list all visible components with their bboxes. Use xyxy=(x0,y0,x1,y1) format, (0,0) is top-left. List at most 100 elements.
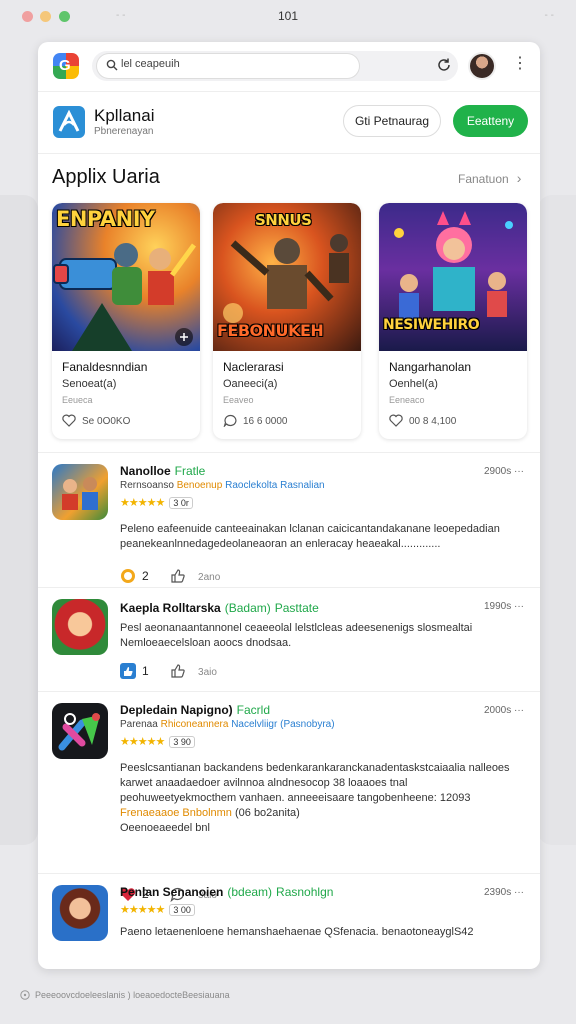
post-tag[interactable]: (Badam) xyxy=(225,601,271,615)
feed-post[interactable]: Penlan Senanoien (bdeam) Rasnohlgn 2390s ·… xyxy=(38,873,540,969)
thumbs-up-button[interactable]: 3aio xyxy=(170,663,217,679)
card-art-title: NESIWEHIRO xyxy=(383,317,480,333)
post-meta-b[interactable]: Benoenup xyxy=(177,480,223,491)
post-tag[interactable]: Fratle xyxy=(175,464,206,478)
coin-button[interactable]: 2 xyxy=(120,568,149,584)
post-time-value: 1990s xyxy=(483,601,512,612)
featured-card[interactable]: NESIWEHIRO Nangarhanolan Oenhel(a) Eenea… xyxy=(379,203,527,439)
post-author: Nanolloe xyxy=(120,464,171,478)
post-meta-a: Parenaa xyxy=(120,719,158,730)
comment-icon[interactable] xyxy=(223,414,237,429)
post-tag[interactable]: Rasnohlgn xyxy=(276,885,333,899)
thumbs-up-icon xyxy=(171,569,185,583)
post-meta-c[interactable]: Raoclekolta xyxy=(225,480,277,491)
post-actions: 2 2ano xyxy=(120,568,238,584)
like-icon xyxy=(120,663,136,679)
featured-card[interactable]: SNNUS FEBONUKEH Naclerarasi Oaneeci(a) E… xyxy=(213,203,361,439)
app-logo-icon xyxy=(53,106,85,138)
kebab-menu-icon[interactable]: ⋮ xyxy=(512,56,528,72)
footer-text: Peeeoovcdoeleeslanis ) loeaoedocteBeesia… xyxy=(35,990,230,1000)
primary-action-button[interactable]: Eeatteny xyxy=(453,105,528,137)
window-title: 101 xyxy=(277,9,299,23)
post-body: Peeslcsantianan backandens bedenkarankar… xyxy=(120,761,520,836)
browser-logo-icon[interactable]: G xyxy=(53,53,79,79)
thumbs-up-button[interactable]: 2ano xyxy=(170,568,220,584)
search-input[interactable] xyxy=(121,58,349,70)
post-tag[interactable]: (bdeam) xyxy=(227,885,272,899)
post-body-highlight-tail: (06 bo2anita) xyxy=(234,807,300,819)
feed-post[interactable]: Nanolloe Fratle 2900s ··· Rernsoanso Beno… xyxy=(38,452,540,587)
see-all-link[interactable]: Fanatuon › xyxy=(458,170,521,186)
more-options-icon[interactable]: ··· xyxy=(514,887,524,898)
card-meta: Eeneaco xyxy=(389,395,425,405)
post-time-value: 2000s xyxy=(483,705,512,716)
see-all-label: Fanatuon xyxy=(458,172,509,186)
status-footer: Peeeoovcdoeleeslanis ) loeaoedocteBeesia… xyxy=(20,990,230,1000)
coin-icon xyxy=(121,569,135,583)
post-author: Depledain Napigno) xyxy=(120,703,233,717)
card-stat-value: 16 6 0000 xyxy=(243,416,288,427)
feed-post[interactable]: Depledain Napigno) Facrld 2000s ··· Paren… xyxy=(38,691,540,903)
like-button[interactable]: 1 xyxy=(120,663,149,679)
post-meta-b[interactable]: Rhiconeannera xyxy=(161,719,229,730)
post-thumbnail[interactable] xyxy=(52,703,108,759)
action-count: 2 xyxy=(142,569,149,583)
post-thumbnail[interactable] xyxy=(52,885,108,941)
profile-avatar[interactable] xyxy=(470,54,494,78)
card-artwork: SNNUS FEBONUKEH xyxy=(213,203,361,351)
address-bar xyxy=(92,51,458,81)
info-circle-icon xyxy=(20,990,30,1000)
search-field[interactable] xyxy=(97,54,359,78)
post-meta: Rernsoanso Benoenup Raoclekolta Rasnalia… xyxy=(120,480,325,491)
post-author: Kaepla Rolltarska xyxy=(120,601,221,615)
card-artwork: ENPANIY xyxy=(52,203,200,351)
post-time: 2900s ··· xyxy=(484,466,524,477)
post-time: 2390s ··· xyxy=(484,887,524,898)
post-time-value: 2900s xyxy=(483,466,512,477)
rating-count: 3 90 xyxy=(169,736,195,748)
more-options-icon[interactable]: ··· xyxy=(514,601,524,612)
post-rating: ★★★★★ 3 00 xyxy=(120,903,195,916)
card-stat-value: 00 8 4,100 xyxy=(409,416,457,427)
post-time-value: 2390s xyxy=(483,887,512,898)
post-time: 1990s ··· xyxy=(484,601,524,612)
post-actions: 1 3aio xyxy=(120,663,235,679)
post-meta-a: Rernsoanso xyxy=(120,480,174,491)
heart-icon[interactable] xyxy=(62,414,76,427)
post-meta-d[interactable]: Rasnalian xyxy=(280,480,324,491)
post-thumbnail[interactable] xyxy=(52,464,108,520)
more-options-icon[interactable]: ··· xyxy=(514,705,524,716)
featured-card[interactable]: ENPANIY Fanaldesnndian Senoeat(a) Eeueca… xyxy=(52,203,200,439)
post-meta: Parenaa Rhiconeannera Nacelvliigr (Pasno… xyxy=(120,719,335,730)
card-meta: Eeueca xyxy=(62,395,93,405)
more-options-icon[interactable]: ··· xyxy=(514,466,524,477)
post-body-tail: Oeenoeaeedel bnl xyxy=(120,822,210,834)
reload-icon[interactable] xyxy=(436,57,452,73)
post-rating: ★★★★★ 3 0r xyxy=(120,496,193,509)
app-name: Kpllanai xyxy=(94,106,155,125)
post-title: Nanolloe Fratle xyxy=(120,464,205,478)
post-thumbnail[interactable] xyxy=(52,599,108,655)
chevron-right-icon: › xyxy=(516,170,522,186)
action-count: 2ano xyxy=(198,572,221,583)
post-rating: ★★★★★ 3 90 xyxy=(120,735,195,748)
title-bar: - - 101 - - xyxy=(0,0,576,34)
feed-post[interactable]: Kaepla Rolltarska (Badam) Pasttate 1990s ·… xyxy=(38,587,540,691)
post-tag[interactable]: Facrld xyxy=(237,703,270,717)
post-body-highlight[interactable]: Frenaeaaoe Bnbolnmn xyxy=(120,807,232,819)
post-author: Penlan Senanoien xyxy=(120,885,224,899)
rating-count: 3 0r xyxy=(169,497,193,509)
post-tag[interactable]: Pasttate xyxy=(275,601,319,615)
secondary-action-button[interactable]: Gti Petnaurag xyxy=(343,105,441,137)
section-title: Applix Uaria xyxy=(52,166,160,188)
browser-window: G ⋮ Kpllanai Pbnerenayan Gti Petnaurag E… xyxy=(38,42,540,969)
card-subtitle: Oenhel(a) xyxy=(389,378,438,390)
browser-toolbar: G ⋮ xyxy=(38,42,540,92)
action-count: 3aio xyxy=(198,667,217,678)
heart-icon[interactable] xyxy=(389,414,403,427)
card-artwork: NESIWEHIRO xyxy=(379,203,527,351)
card-stat: Se 0O0KO xyxy=(62,414,130,427)
post-body-text: Peeslcsantianan backandens bedenkarankar… xyxy=(120,762,510,804)
post-meta-c[interactable]: Nacelvliigr xyxy=(231,719,277,730)
post-meta-d[interactable]: (Pasnobyra) xyxy=(280,719,334,730)
